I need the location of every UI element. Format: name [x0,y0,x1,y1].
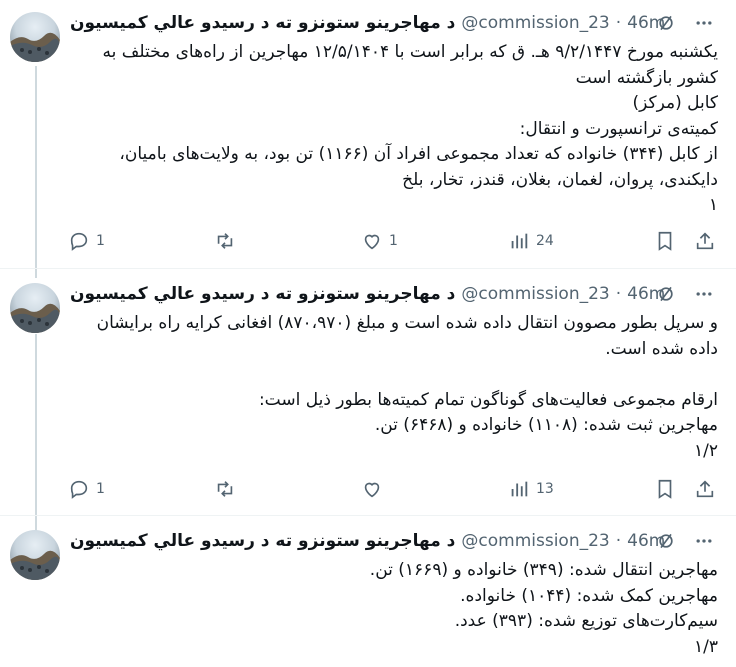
more-icon[interactable] [692,282,716,306]
retweet-button[interactable] [214,228,242,254]
tweet-text: مهاجرین انتقال شده: (۳۴۹) خانواده و (۱۶۶… [369,560,718,657]
grok-icon[interactable] [654,529,678,553]
more-icon[interactable] [692,529,716,553]
meta-separator: · [615,13,622,33]
meta-separator: · [615,284,622,304]
share-button[interactable] [694,228,716,254]
bookmark-button[interactable] [654,476,676,502]
tweet-header: د مهاجرينو ستونزو ته د رسيدو عالي کميسيو… [70,282,716,306]
tweet-actions: 1 13 [68,476,718,502]
author-name[interactable]: د مهاجرينو ستونزو ته د رسيدو عالي کميسيو… [70,531,455,551]
views-count: 13 [536,481,554,497]
bookmark-icon [658,479,672,499]
avatar[interactable] [10,12,60,62]
author-name[interactable]: د مهاجرينو ستونزو ته د رسيدو عالي کميسيو… [70,13,455,33]
tweet-header: د مهاجرينو ستونزو ته د رسيدو عالي کميسيو… [70,529,716,553]
tweet[interactable]: د مهاجرينو ستونزو ته د رسيدو عالي کميسيو… [0,271,736,515]
like-icon [364,234,380,250]
views-button[interactable]: 13 [508,476,554,502]
share-icon [696,232,714,250]
views-count: 24 [536,233,554,249]
tweet-text: و سرپل بطور مصوون انتقال داده شده است و … [96,313,718,461]
author-name[interactable]: د مهاجرينو ستونزو ته د رسيدو عالي کميسيو… [70,284,455,304]
reply-button[interactable]: 1 [68,228,105,254]
reply-button[interactable]: 1 [68,476,105,502]
author-handle[interactable]: @commission_23 [461,531,609,551]
meta-separator: · [615,531,622,551]
share-icon [696,480,714,498]
like-icon [364,482,380,498]
author-handle[interactable]: @commission_23 [461,13,609,33]
grok-icon[interactable] [654,282,678,306]
retweet-button[interactable] [214,476,242,502]
reply-count: 1 [96,481,105,497]
retweet-icon [217,481,233,497]
avatar[interactable] [10,283,60,333]
reply-count: 1 [96,233,105,249]
views-icon [511,233,528,249]
reply-icon [70,232,88,251]
like-button[interactable] [361,476,389,502]
tweet[interactable]: د مهاجرينو ستونزو ته د رسيدو عالي کميسيو… [0,0,736,268]
retweet-icon [217,233,233,249]
tweet[interactable]: د مهاجرينو ستونزو ته د رسيدو عالي کميسيو… [0,518,736,667]
grok-icon[interactable] [654,11,678,35]
tweet-header: د مهاجرينو ستونزو ته د رسيدو عالي کميسيو… [70,11,716,35]
more-icon[interactable] [692,11,716,35]
bookmark-icon [658,231,672,251]
tweet-text: یکشنبه مورخ ۹/۲/۱۴۴۷ هـ. ق که برابر است … [102,42,718,215]
like-count: 1 [389,233,398,249]
author-handle[interactable]: @commission_23 [461,284,609,304]
tweet-actions: 1 1 24 [68,228,718,254]
avatar[interactable] [10,530,60,580]
divider [0,268,736,269]
views-icon [511,481,528,497]
like-button[interactable]: 1 [361,228,398,254]
reply-icon [70,480,88,499]
divider [0,515,736,516]
bookmark-button[interactable] [654,228,676,254]
views-button[interactable]: 24 [508,228,554,254]
share-button[interactable] [694,476,716,502]
